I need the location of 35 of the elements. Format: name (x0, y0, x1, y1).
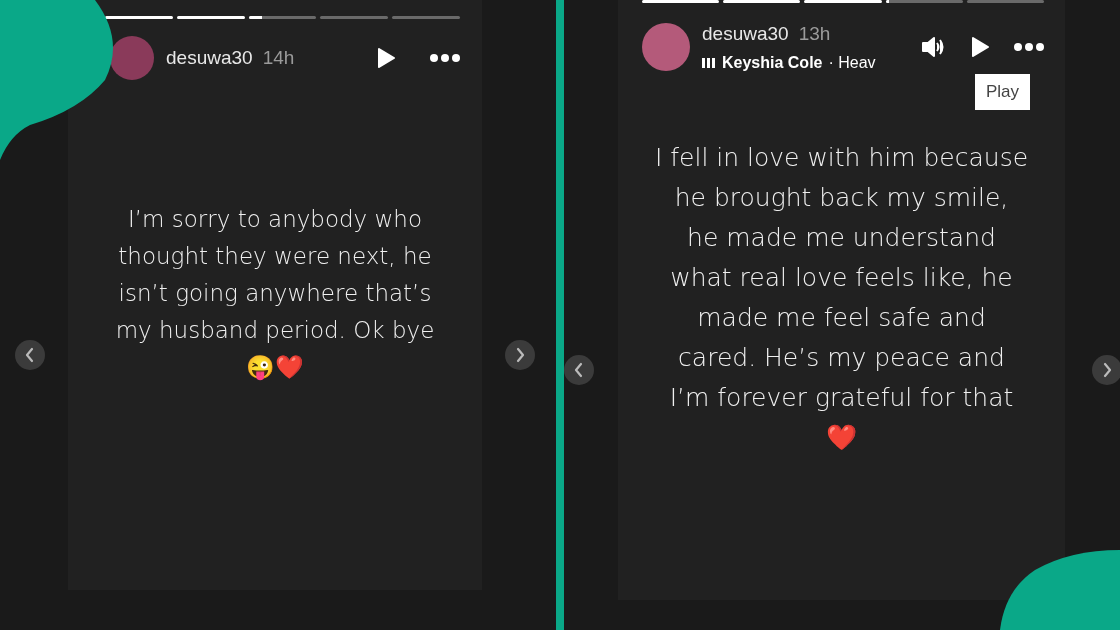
song-artist[interactable]: Keyshia Cole (722, 50, 823, 75)
next-button[interactable] (505, 340, 535, 370)
tooltip: Play (975, 74, 1030, 110)
equalizer-icon (702, 56, 716, 69)
story-text-line: ❤ (826, 422, 857, 454)
story-text-line: 😜❤ (246, 353, 304, 382)
progress-segment (176, 16, 245, 19)
story-text-line: thought they were next, he (118, 242, 432, 271)
play-icon[interactable] (970, 36, 990, 59)
play-icon[interactable] (376, 47, 396, 69)
progress-segment (105, 16, 173, 19)
username[interactable]: desuwa30 (702, 20, 789, 49)
story-text-line: cared. He’s my peace and (678, 342, 1005, 374)
story-text-line: he brought back my smile, (674, 182, 1009, 214)
story-text-line: I’m forever grateful for that (669, 382, 1014, 414)
post-time: 13h (798, 22, 831, 46)
next-button[interactable] (1092, 355, 1120, 385)
more-icon[interactable] (1014, 43, 1044, 52)
username[interactable]: desuwa30 (166, 43, 253, 73)
progress-segment (248, 16, 317, 19)
story-text-line: made me feel safe and (697, 302, 986, 334)
more-icon[interactable] (430, 54, 460, 62)
avatar[interactable] (110, 36, 154, 80)
previous-button[interactable] (564, 355, 594, 385)
story-text-line: I’m sorry to anybody who (127, 205, 422, 234)
story-text-line: he made me understand (687, 222, 996, 254)
story-text-line: my husband period. Ok bye (115, 316, 435, 345)
story-text-line: I fell in love with him because (654, 142, 1029, 174)
speaker-icon[interactable] (922, 36, 946, 59)
avatar[interactable] (642, 23, 690, 72)
story-text-line: isn’t going anywhere that’s (118, 279, 432, 308)
post-time: 14h (262, 45, 295, 70)
song-title[interactable]: · Heav (828, 50, 876, 75)
story-text-line: what real love feels like, he (670, 262, 1013, 294)
previous-button[interactable] (15, 340, 45, 370)
